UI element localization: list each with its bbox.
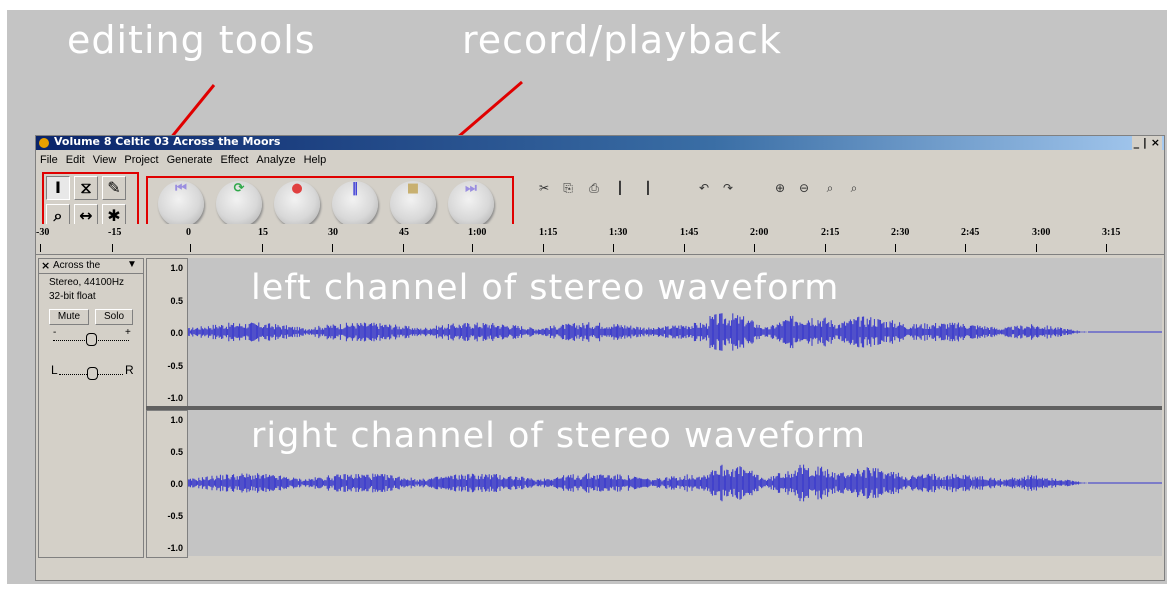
ruler-tick-mark: [472, 244, 473, 252]
menu-file[interactable]: File: [36, 152, 62, 168]
ruler-tick-label: 45: [399, 227, 409, 238]
ruler-tick-label: 1:15: [539, 227, 558, 238]
window-title: Volume 8 Celtic 03 Across the Moors: [54, 135, 281, 148]
right-scale-label: 1.0: [170, 415, 183, 425]
ruler-tick-mark: [1036, 244, 1037, 252]
fit-project-icon[interactable]: ⌕: [846, 180, 862, 196]
ruler-tick-mark: [332, 244, 333, 252]
ruler-tick-mark: [895, 244, 896, 252]
trim-icon[interactable]: ┃: [612, 180, 628, 196]
silence-icon[interactable]: ┃: [640, 180, 656, 196]
fit-selection-icon[interactable]: ⌕: [822, 180, 838, 196]
ruler-tick-mark: [40, 244, 41, 252]
menu-bar: File Edit View Project Generate Effect Analyze…: [36, 152, 330, 168]
ruler-tick-label: 0: [186, 227, 191, 238]
ruler-tick-mark: [1106, 244, 1107, 252]
undo-icon[interactable]: ↶: [696, 180, 712, 196]
ruler-tick-mark: [754, 244, 755, 252]
ruler-tick-label: 2:45: [961, 227, 980, 238]
right-channel-callout: right channel of stereo waveform: [251, 416, 866, 456]
close-track-icon[interactable]: ×: [41, 259, 50, 272]
left-scale-label: -1.0: [167, 393, 183, 403]
menu-edit[interactable]: Edit: [62, 152, 89, 168]
ruler-tick-label: 2:00: [750, 227, 769, 238]
cut-icon[interactable]: ✂: [536, 180, 552, 196]
ruler-tick-mark: [112, 244, 113, 252]
left-scale-label: 0.5: [170, 296, 183, 306]
window-controls[interactable]: _ | ×: [1131, 136, 1162, 150]
track-bitdepth: 32-bit float: [49, 291, 96, 302]
zoom-in-icon[interactable]: ⊕: [772, 180, 788, 196]
menu-generate[interactable]: Generate: [163, 152, 217, 168]
ruler-tick-label: 1:45: [680, 227, 699, 238]
right-channel-scale: 1.0 0.5 0.0 -0.5 -1.0: [146, 410, 188, 558]
left-scale-label: -0.5: [167, 361, 183, 371]
ruler-tick-label: -30: [36, 227, 50, 238]
mute-button[interactable]: Mute: [49, 309, 89, 325]
right-scale-label: -0.5: [167, 511, 183, 521]
track-format: Stereo, 44100Hz: [49, 277, 125, 288]
pan-slider-thumb[interactable]: [87, 367, 98, 380]
zoom-out-icon[interactable]: ⊖: [796, 180, 812, 196]
left-scale-label: 1.0: [170, 263, 183, 273]
ruler-tick-label: 1:00: [468, 227, 487, 238]
menu-view[interactable]: View: [89, 152, 121, 168]
ruler-tick-label: 15: [258, 227, 268, 238]
title-bar: Volume 8 Celtic 03 Across the Moors _ | …: [36, 135, 1164, 150]
waveform-path: [187, 313, 1088, 351]
ruler-tick-mark: [825, 244, 826, 252]
ruler-tick-mark: [403, 244, 404, 252]
left-channel-callout: left channel of stereo waveform: [251, 268, 840, 308]
ruler-tick-label: -15: [108, 227, 122, 238]
ruler-tick-mark: [543, 244, 544, 252]
paste-icon[interactable]: ⎙: [586, 180, 602, 196]
pan-left-label: L: [51, 363, 58, 377]
ruler-tick-mark: [965, 244, 966, 252]
ruler-tick-mark: [190, 244, 191, 252]
menu-analyze[interactable]: Analyze: [252, 152, 299, 168]
menu-project[interactable]: Project: [120, 152, 162, 168]
menu-effect[interactable]: Effect: [216, 152, 252, 168]
ruler-tick-label: 3:15: [1102, 227, 1121, 238]
menu-help[interactable]: Help: [300, 152, 331, 168]
timeline-ruler[interactable]: -30 -15 0 15 30 45 1:00 1:15 1:30 1:45 2:00 2:15 2:3…: [36, 224, 1164, 255]
ruler-tick-label: 30: [328, 227, 338, 238]
pan-right-label: R: [125, 363, 134, 377]
ruler-tick-label: 2:30: [891, 227, 910, 238]
right-scale-label: 0.0: [170, 479, 183, 489]
track-control-panel: × Across the ▼ Stereo, 44100Hz 32-bit fl…: [38, 258, 144, 558]
redo-icon[interactable]: ↷: [720, 180, 736, 196]
right-scale-label: 0.5: [170, 447, 183, 457]
audacity-app-icon: [39, 138, 49, 148]
ruler-tick-mark: [684, 244, 685, 252]
solo-button[interactable]: Solo: [95, 309, 133, 325]
slide-background: editing tools record/playback Volume 8 C…: [7, 10, 1167, 584]
ruler-tick-mark: [613, 244, 614, 252]
copy-icon[interactable]: ⎘: [560, 180, 576, 196]
right-scale-label: -1.0: [167, 543, 183, 553]
track-menu-chevron-icon[interactable]: ▼: [127, 259, 137, 270]
track-area: × Across the ▼ Stereo, 44100Hz 32-bit fl…: [36, 258, 1164, 580]
audacity-window: Volume 8 Celtic 03 Across the Moors _ | …: [35, 135, 1165, 581]
ruler-tick-mark: [262, 244, 263, 252]
track-name-bar[interactable]: × Across the ▼: [39, 259, 143, 274]
left-scale-label: 0.0: [170, 328, 183, 338]
gain-slider-thumb[interactable]: [86, 333, 97, 346]
ruler-tick-label: 2:15: [821, 227, 840, 238]
ruler-tick-label: 1:30: [609, 227, 628, 238]
waveform-path: [187, 464, 1088, 502]
left-channel-scale: 1.0 0.5 0.0 -0.5 -1.0: [146, 258, 188, 408]
ruler-tick-label: 3:00: [1032, 227, 1051, 238]
gain-plus-label: +: [125, 327, 131, 338]
gain-minus-label: -: [53, 327, 57, 338]
track-name: Across the: [53, 260, 101, 271]
